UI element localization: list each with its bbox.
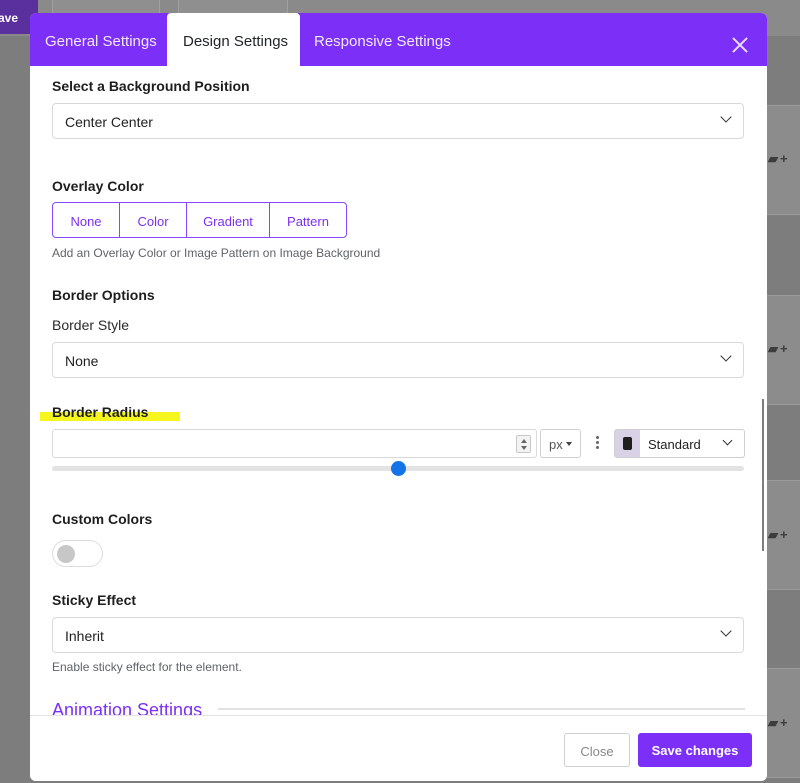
overlay-option-gradient[interactable]: Gradient [187,203,270,237]
sticky-effect-label: Sticky Effect [52,592,137,608]
background-position-label: Select a Background Position [52,78,250,94]
close-icon[interactable] [730,35,750,55]
slider-handle[interactable] [391,461,406,476]
overlay-color-label: Overlay Color [52,178,144,194]
animation-settings-heading: Animation Settings [52,700,203,715]
more-options-icon[interactable] [596,436,599,451]
device-select[interactable]: Standard [614,429,745,458]
border-radius-input[interactable] [52,429,537,458]
settings-modal: General Settings Design Settings Respons… [30,13,767,781]
scrollbar[interactable] [762,399,764,551]
border-style-select[interactable]: None [52,342,744,378]
tab-design-settings[interactable]: Design Settings [167,13,300,66]
background-row-icons: ▰+ [768,151,790,166]
modal-body: Select a Background Position Center Cent… [30,66,767,715]
tab-general-settings[interactable]: General Settings [45,13,157,66]
tab-responsive-settings[interactable]: Responsive Settings [314,13,451,66]
background-row-icons: ▰+ [768,527,790,542]
background-position-select[interactable]: Center Center [52,103,744,139]
background-row-icons: ▰+ [768,341,790,356]
unit-select[interactable]: px [540,429,581,458]
mobile-device-icon [623,437,632,450]
chevron-down-icon [720,625,732,637]
sticky-effect-value: Inherit [65,628,104,644]
sticky-help-text: Enable sticky effect for the element. [52,660,242,674]
border-radius-label: Border Radius [52,404,149,420]
overlay-option-color[interactable]: Color [120,203,187,237]
overlay-help-text: Add an Overlay Color or Image Pattern on… [52,246,381,260]
sticky-effect-select[interactable]: Inherit [52,617,744,653]
chevron-down-icon [720,111,732,123]
custom-colors-label: Custom Colors [52,511,153,527]
custom-colors-toggle[interactable] [52,540,103,567]
modal-header: General Settings Design Settings Respons… [30,13,767,66]
border-radius-slider[interactable] [52,461,744,476]
chevron-down-icon [722,435,733,446]
border-style-label: Border Style [52,317,130,333]
device-value: Standard [648,437,701,452]
modal-footer: Close Save changes [30,715,767,781]
chevron-down-icon [720,350,732,362]
background-row-icons: ▰+ [768,715,790,730]
caret-down-icon [566,442,572,446]
number-spinner[interactable] [516,435,531,453]
overlay-option-none[interactable]: None [53,203,120,237]
section-divider [218,708,745,710]
background-position-value: Center Center [65,114,153,130]
overlay-option-pattern[interactable]: Pattern [270,203,346,237]
toggle-knob [57,545,75,563]
border-options-label: Border Options [52,287,155,303]
close-button[interactable]: Close [564,733,630,767]
border-style-value: None [65,353,99,369]
overlay-color-button-group: None Color Gradient Pattern [52,202,347,238]
unit-value: px [549,437,563,452]
save-changes-button[interactable]: Save changes [638,733,752,767]
device-icon-box [615,430,640,457]
